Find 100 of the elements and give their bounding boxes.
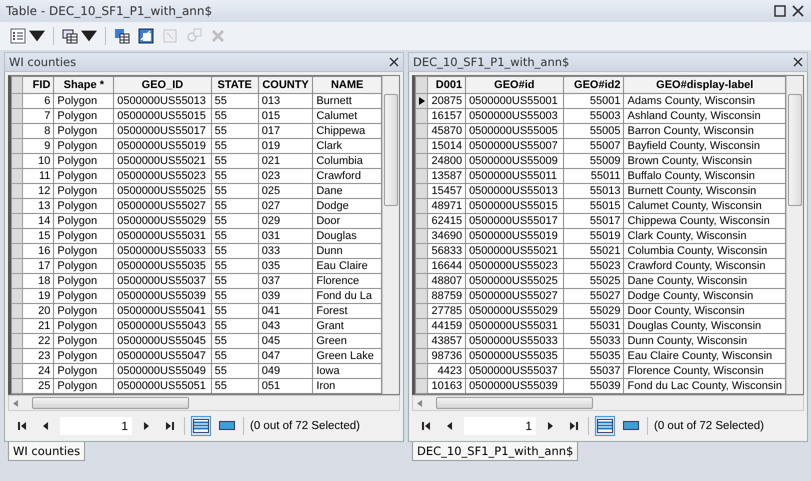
table-cell: Calumet County, Wisconsin <box>624 198 786 214</box>
table-cell: 045 <box>258 334 313 348</box>
scroll-left-icon[interactable] <box>13 400 18 406</box>
column-header[interactable]: D001 <box>428 76 466 94</box>
caret-icon <box>81 28 97 44</box>
previous-icon <box>41 422 50 430</box>
table-cell: 0500000US55019 <box>466 228 564 244</box>
table-cell: 037 <box>258 274 313 288</box>
table-cell: 6 <box>22 94 54 108</box>
close-icon[interactable] <box>791 4 805 18</box>
table-cell: 55003 <box>563 108 624 124</box>
table-cell: 34690 <box>428 228 466 244</box>
restore-icon[interactable] <box>773 4 787 18</box>
table-cell: 015 <box>258 108 313 124</box>
delete-icon <box>210 28 226 44</box>
table-cell: 55 <box>211 318 258 334</box>
table-cell: 23 <box>22 348 54 364</box>
close-icon[interactable] <box>793 57 803 67</box>
zoom-icon <box>186 28 202 44</box>
table-cell: 13587 <box>428 168 466 184</box>
row-selector[interactable] <box>416 94 428 108</box>
table-cell: 027 <box>258 198 313 214</box>
table-cell: 55021 <box>563 244 624 258</box>
table-cell: Dodge County, Wisconsin <box>624 288 786 304</box>
table-cell: Polygon <box>54 244 114 258</box>
column-header[interactable]: COUNTY <box>258 76 313 94</box>
table-cell: Dunn County, Wisconsin <box>624 334 786 348</box>
table-cell: 0500000US55015 <box>114 108 212 124</box>
scroll-left-icon[interactable] <box>417 400 422 406</box>
table-tab[interactable]: WI counties <box>8 442 86 461</box>
table-cell: Columbia County, Wisconsin <box>624 244 786 258</box>
table-cell: 0500000US55043 <box>114 318 212 334</box>
vertical-scrollbar[interactable] <box>382 76 399 394</box>
table-cell: Fond du La <box>312 288 382 304</box>
column-header[interactable]: GEO#id2 <box>563 76 624 94</box>
table-cell: Clark County, Wisconsin <box>624 228 786 244</box>
column-header[interactable]: GEO#display-label <box>624 76 786 94</box>
table-cell: 88759 <box>428 288 466 304</box>
table-cell: 55 <box>211 138 258 154</box>
horizontal-scrollbar[interactable] <box>8 395 400 411</box>
table-cell: 0500000US55037 <box>466 364 564 378</box>
table-cell: 0500000US55019 <box>114 138 212 154</box>
toolbar-button[interactable] <box>112 26 132 46</box>
horizontal-scrollbar[interactable] <box>412 395 804 411</box>
table-cell: Polygon <box>54 334 114 348</box>
table-cell: 0500000US55045 <box>114 334 212 348</box>
close-icon[interactable] <box>389 57 399 67</box>
table-cell: 55019 <box>563 228 624 244</box>
table-cell: 0500000US55023 <box>466 258 564 274</box>
table-cell: 18 <box>22 274 54 288</box>
table-cell: 55 <box>211 214 258 228</box>
table-cell: Green <box>312 334 382 348</box>
table-cell: 0500000US55025 <box>466 274 564 288</box>
table-cell: Buffalo County, Wisconsin <box>624 168 786 184</box>
table-cell: Burnett <box>312 94 382 108</box>
table-cell: 0500000US55035 <box>466 348 564 364</box>
table-cell: Dodge <box>312 198 382 214</box>
record-number-field[interactable]: 1 <box>60 417 132 435</box>
table-cell: 13 <box>22 198 54 214</box>
table-cell: 98736 <box>428 348 466 364</box>
table-cell: Burnett County, Wisconsin <box>624 184 786 198</box>
column-header[interactable]: NAME <box>312 76 382 94</box>
show-all-records-button[interactable] <box>191 416 211 436</box>
table-cell: Polygon <box>54 124 114 138</box>
table-cell: 55 <box>211 108 258 124</box>
column-header[interactable]: GEO#id <box>466 76 564 94</box>
table-cell: 20 <box>22 304 54 318</box>
table-cell: 16644 <box>428 258 466 274</box>
table-cell: Ashland County, Wisconsin <box>624 108 786 124</box>
table-cell: Polygon <box>54 288 114 304</box>
toolbar-dropdown-button[interactable] <box>8 26 47 46</box>
table-cell: 48971 <box>428 198 466 214</box>
column-header[interactable]: STATE <box>211 76 258 94</box>
record-number-field[interactable]: 1 <box>464 417 536 435</box>
first-icon <box>18 422 27 430</box>
table-cell: Polygon <box>54 228 114 244</box>
table-cell: 55 <box>211 198 258 214</box>
table-cell: Dane <box>312 184 382 198</box>
vertical-scrollbar[interactable] <box>786 76 803 394</box>
toolbar-button[interactable] <box>136 26 156 46</box>
table-cell: Polygon <box>54 364 114 378</box>
select-table-icon <box>114 28 130 44</box>
table-tab[interactable]: DEC_10_SF1_P1_with_ann$ <box>412 442 578 461</box>
table-cell: 12 <box>22 184 54 198</box>
table-cell: 56833 <box>428 244 466 258</box>
column-header[interactable]: GEO_ID <box>114 76 212 94</box>
table-cell: 021 <box>258 154 313 168</box>
table-cell: 0500000US55049 <box>114 364 212 378</box>
table-cell: Polygon <box>54 94 114 108</box>
column-header[interactable]: Shape * <box>54 76 114 94</box>
table-cell: 15 <box>22 228 54 244</box>
table-cell: 033 <box>258 244 313 258</box>
table-cell: 7 <box>22 108 54 124</box>
table-cell: Chippewa <box>312 124 382 138</box>
previous-icon <box>445 422 454 430</box>
show-all-records-button[interactable] <box>595 416 615 436</box>
table-cell: 041 <box>258 304 313 318</box>
table-cell: Florence <box>312 274 382 288</box>
table-cell: 55009 <box>563 154 624 168</box>
column-header[interactable]: FID <box>22 76 54 94</box>
